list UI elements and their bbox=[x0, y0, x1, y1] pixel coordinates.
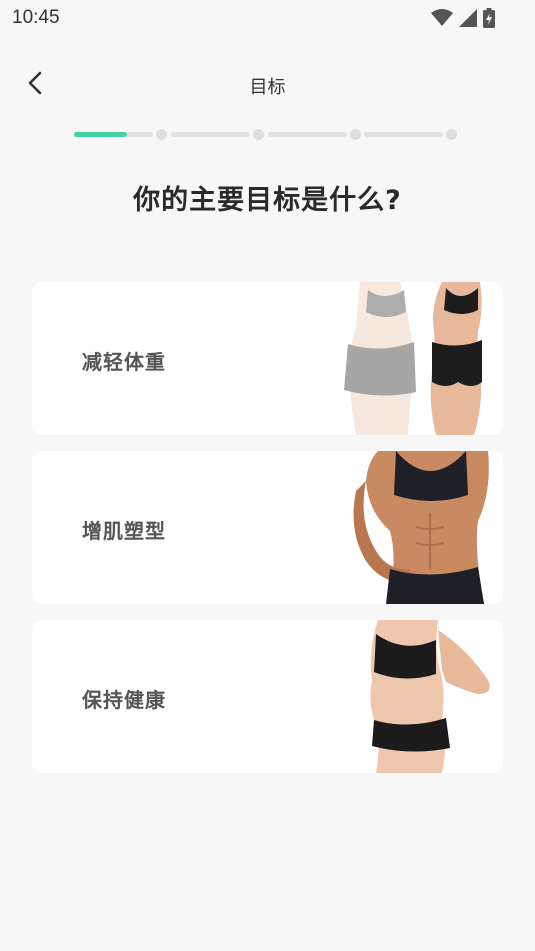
progress-step-2 bbox=[171, 132, 250, 137]
goal-card-lose-weight[interactable]: 减轻体重 bbox=[32, 282, 503, 435]
status-bar: 10:45 bbox=[0, 0, 535, 36]
goal-card-label: 增肌塑型 bbox=[82, 519, 166, 543]
status-time: 10:45 bbox=[12, 7, 60, 28]
progress-dot bbox=[350, 129, 361, 140]
slim-body-photo bbox=[338, 620, 503, 773]
progress-dot bbox=[446, 129, 457, 140]
progress-dot bbox=[156, 129, 167, 140]
wifi-icon bbox=[431, 9, 453, 27]
goal-card-build-muscle[interactable]: 增肌塑型 bbox=[32, 451, 503, 604]
goal-screen: 10:45 目标 你的主要目标是什么? 减轻体重 增肌塑型 保持健康 bbox=[0, 0, 535, 951]
progress-step-1-fill bbox=[74, 132, 127, 137]
goal-card-label: 保持健康 bbox=[82, 688, 166, 712]
battery-charging-icon bbox=[483, 8, 495, 28]
progress-step-4 bbox=[364, 132, 443, 137]
goal-card-label: 减轻体重 bbox=[82, 350, 166, 374]
toned-abs-photo bbox=[338, 451, 503, 604]
progress-step-1 bbox=[74, 132, 153, 137]
progress-dot bbox=[253, 129, 264, 140]
goal-card-stay-healthy[interactable]: 保持健康 bbox=[32, 620, 503, 773]
progress-step-3 bbox=[268, 132, 347, 137]
status-icons bbox=[431, 8, 495, 28]
cellular-signal-icon bbox=[459, 9, 477, 27]
page-title: 目标 bbox=[249, 77, 286, 98]
step-progress bbox=[74, 128, 458, 142]
question-heading: 你的主要目标是什么? bbox=[133, 185, 402, 216]
before-after-weight-loss-photo bbox=[338, 282, 503, 435]
